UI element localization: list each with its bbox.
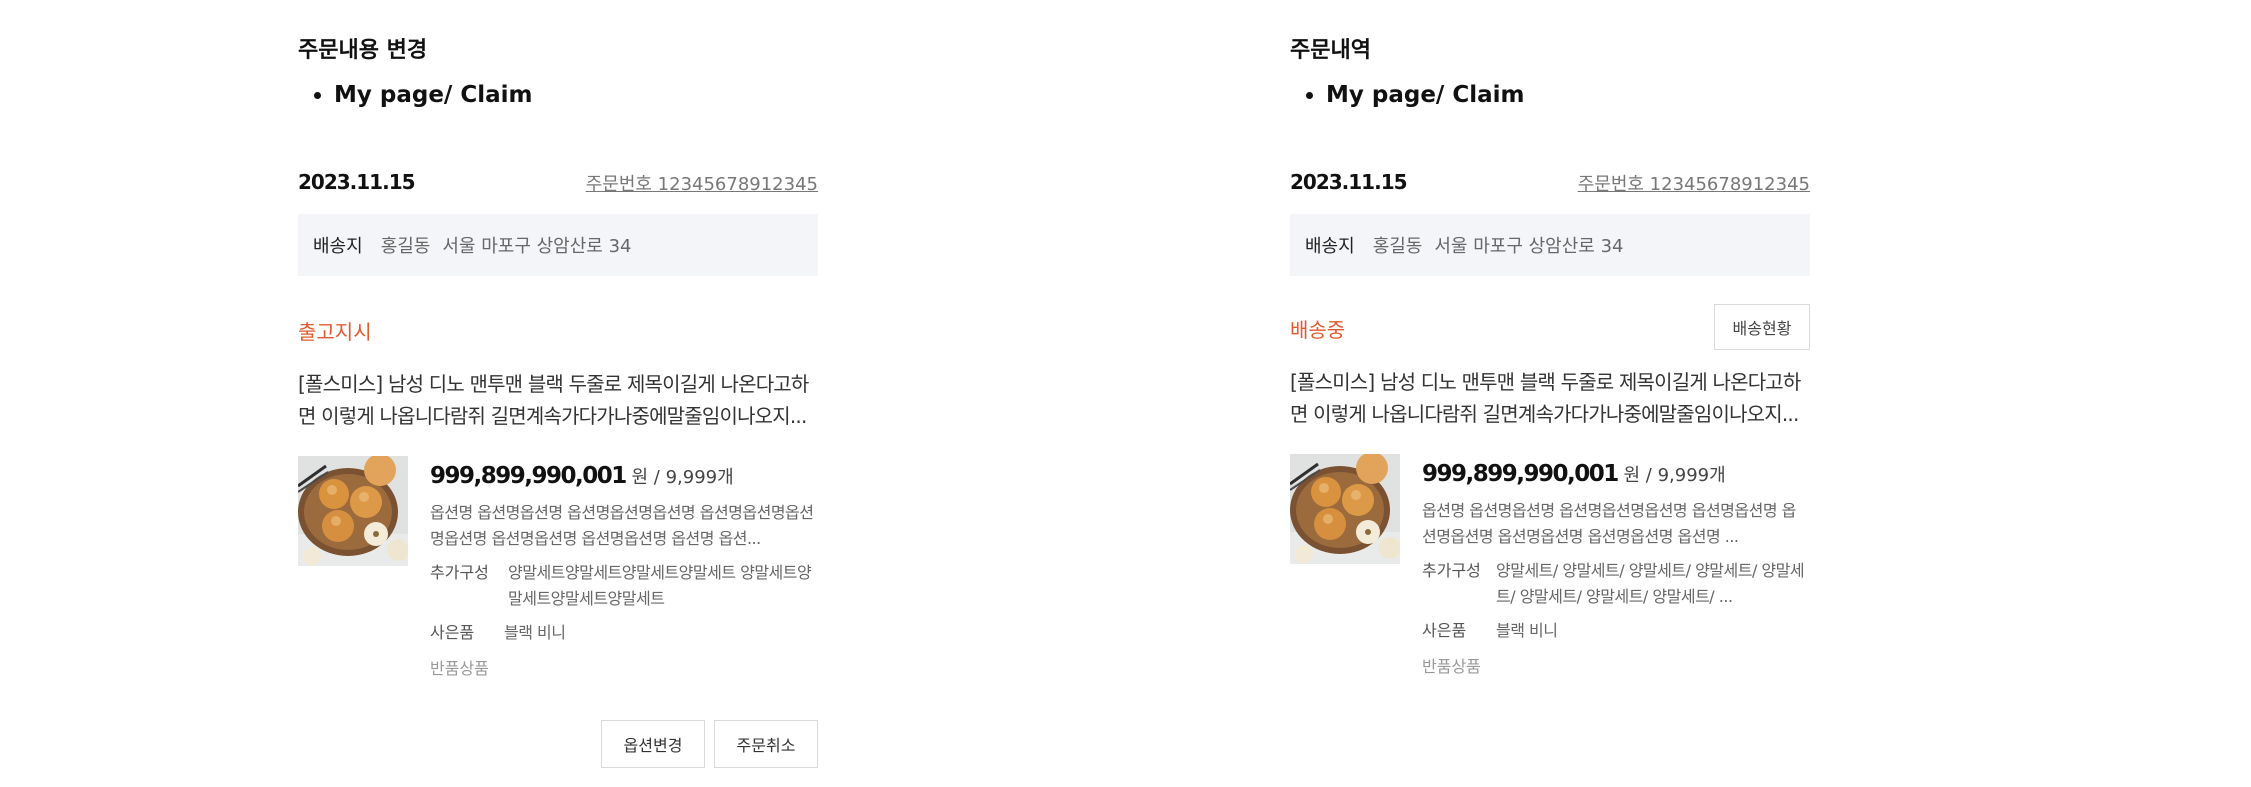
shipping-info: 배송지 홍길동 서울 마포구 상암산로 34 — [1290, 214, 1810, 276]
product-price: 999,899,990,001 — [1422, 461, 1619, 487]
recipient-name: 홍길동 — [1372, 236, 1423, 257]
shipping-label: 배송지 — [1305, 236, 1355, 257]
order-date: 2023.11.15 — [298, 170, 416, 194]
gift-label: 사은품 — [430, 623, 475, 642]
price-line: 999,899,990,001 원 / 9,999개 — [1422, 460, 1810, 488]
return-item-label: 반품상품 — [1422, 657, 1481, 676]
recipient-name: 홍길동 — [380, 236, 431, 257]
order-status: 배송중 — [1290, 318, 1346, 342]
extra-items-row: 추가구성 양말세트양말세트양말세트양말세트 양말세트양말세트양말세트양말세트 — [430, 560, 818, 612]
gift-row: 사은품 블랙 비니 — [430, 620, 818, 646]
product-thumbnail[interactable] — [298, 456, 408, 566]
shipping-label: 배송지 — [313, 236, 363, 257]
breadcrumb-item[interactable]: My page/ Claim — [1326, 82, 1524, 108]
product-price: 999,899,990,001 — [430, 463, 627, 489]
page-title: 주문내용 변경 — [298, 38, 428, 63]
product-quantity: / 9,999개 — [653, 467, 734, 488]
product-quantity: / 9,999개 — [1645, 465, 1726, 486]
price-unit: 원 — [631, 467, 649, 488]
asian-pear-plate-image — [298, 456, 408, 566]
order-number-link[interactable]: 주문번호 12345678912345 — [1578, 170, 1810, 196]
breadcrumb: My page/ Claim — [298, 82, 532, 108]
product-details: 999,899,990,001 원 / 9,999개 옵션명 옵션명옵션명 옵션… — [430, 462, 818, 682]
asian-pear-plate-image — [1290, 454, 1400, 564]
breadcrumb-item[interactable]: My page/ Claim — [334, 82, 532, 108]
order-number-link[interactable]: 주문번호 12345678912345 — [586, 170, 818, 196]
gift-label: 사은품 — [1422, 621, 1467, 640]
extra-items-label: 추가구성 — [1422, 561, 1481, 580]
page-title: 주문내역 — [1290, 38, 1371, 63]
breadcrumb: My page/ Claim — [1290, 82, 1524, 108]
shipping-address: 서울 마포구 상암산로 34 — [442, 236, 632, 257]
shipping-address: 서울 마포구 상암산로 34 — [1434, 236, 1624, 257]
change-option-button[interactable]: 옵션변경 — [601, 720, 705, 768]
price-unit: 원 — [1623, 465, 1641, 486]
order-date: 2023.11.15 — [1290, 170, 1408, 194]
gift-value: 블랙 비니 — [504, 623, 566, 642]
product-details: 999,899,990,001 원 / 9,999개 옵션명 옵션명옵션명 옵션… — [1422, 460, 1810, 680]
extra-items-row: 추가구성 양말세트/ 양말세트/ 양말세트/ 양말세트/ 양말세트/ 양말세트/… — [1422, 558, 1810, 610]
price-line: 999,899,990,001 원 / 9,999개 — [430, 462, 818, 490]
shipping-info: 배송지 홍길동 서울 마포구 상암산로 34 — [298, 214, 818, 276]
extra-items-label: 추가구성 — [430, 563, 489, 582]
return-item-label: 반품상품 — [430, 659, 489, 678]
order-status: 출고지시 — [298, 320, 372, 344]
product-thumbnail[interactable] — [1290, 454, 1400, 564]
product-options: 옵션명 옵션명옵션명 옵션명옵션명옵션명 옵션명옵션명 옵션명옵션명 옵션명옵션… — [1422, 501, 1796, 546]
product-name[interactable]: [폴스미스] 남성 디노 맨투맨 블랙 두줄로 제목이길게 나온다고하면 이렇게… — [1290, 366, 1810, 430]
cancel-order-button[interactable]: 주문취소 — [714, 720, 818, 768]
delivery-tracking-button[interactable]: 배송현황 — [1714, 304, 1810, 350]
product-options: 옵션명 옵션명옵션명 옵션명옵션명옵션명 옵션명옵션명옵션명옵션명 옵션명옵션명… — [430, 503, 814, 548]
extra-items-value: 양말세트/ 양말세트/ 양말세트/ 양말세트/ 양말세트/ 양말세트/ 양말세트… — [1496, 561, 1805, 606]
gift-row: 사은품 블랙 비니 — [1422, 618, 1810, 644]
product-name[interactable]: [폴스미스] 남성 디노 맨투맨 블랙 두줄로 제목이길게 나온다고하면 이렇게… — [298, 368, 818, 432]
gift-value: 블랙 비니 — [1496, 621, 1558, 640]
extra-items-value: 양말세트양말세트양말세트양말세트 양말세트양말세트양말세트양말세트 — [508, 563, 812, 608]
